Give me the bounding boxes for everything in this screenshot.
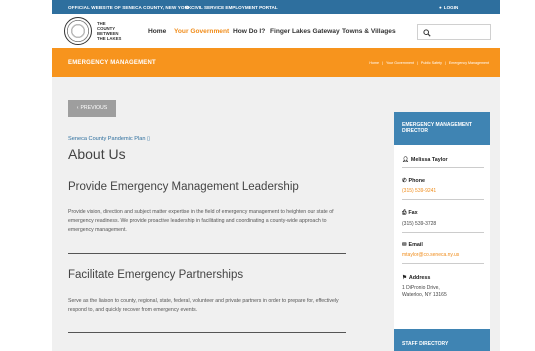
staff-directory-label: STAFF DIRECTORY [402,341,449,347]
breadcrumb: Home | Your Government | Public Safety |… [368,61,490,65]
county-seal-logo[interactable] [64,17,92,45]
breadcrumb-home[interactable]: Home [369,61,379,65]
email-value[interactable]: mtaylor@co.seneca.ny.us [402,252,484,259]
civil-service-label: CIVIL SERVICE EMPLOYMENT PORTAL [191,4,278,10]
breadcrumb-your-government[interactable]: Your Government [386,61,414,65]
fax-label: Fax [408,210,418,216]
staff-directory-button[interactable]: STAFF DIRECTORY [394,329,490,351]
address-row: ⚑ Address 1 DiPronio Drive, Waterloo, NY … [402,275,484,299]
page-title: About Us [68,146,126,162]
person-icon: 👤︎ [402,157,409,163]
phone-icon: ✆ [402,178,407,184]
section-divider [68,332,346,333]
breadcrumb-emergency-management: Emergency Management [448,61,489,65]
sidebar-heading: EMERGENCY MANAGEMENT DIRECTOR [394,112,490,145]
divider [402,199,484,200]
section-text-partnerships: Serve as the liaison to county, regional… [68,298,339,313]
banner-title: EMERGENCY MANAGEMENT [68,60,156,66]
pandemic-plan-link[interactable]: Seneca County Pandemic Plan ▯ [68,136,152,142]
site-header: THE COUNTY BETWEEN THE LAKES Home Your G… [52,14,500,48]
previous-button[interactable]: ‹ PREVIOUS [68,100,116,117]
divider [402,263,484,264]
phone-label: Phone [408,178,426,184]
address-label: Address [408,275,431,281]
search-input[interactable] [417,24,491,40]
section-divider [68,253,346,254]
nav-towns-villages[interactable]: Towns & Villages [342,28,396,35]
logo-text[interactable]: THE COUNTY BETWEEN THE LAKES [97,21,127,41]
breadcrumb-public-safety[interactable]: Public Safety [421,61,442,65]
breadcrumb-separator: | [416,61,418,65]
civil-service-link[interactable]: ⚙ CIVIL SERVICE EMPLOYMENT PORTAL [185,5,278,11]
search-icon [423,29,431,37]
previous-label: PREVIOUS [80,105,108,111]
utility-bar: OFFICIAL WEBSITE OF SENECA COUNTY, NEW Y… [52,0,500,14]
fax-row: ⎙ Fax (315) 539-3728 [402,210,484,233]
page-frame: OFFICIAL WEBSITE OF SENECA COUNTY, NEW Y… [52,0,500,351]
section-heading-leadership: Provide Emergency Management Leadership [68,181,299,193]
nav-your-government[interactable]: Your Government [174,28,229,35]
breadcrumb-separator: | [444,61,446,65]
login-label: LOGIN [443,4,459,10]
email-label: Email [408,242,423,248]
section-heading-partnerships: Facilitate Emergency Partnerships [68,269,244,281]
phone-value[interactable]: (315) 539-9241 [402,188,484,195]
address-line-1: 1 DiPronio Drive, [402,285,440,291]
page-banner: EMERGENCY MANAGEMENT Home | Your Governm… [52,48,500,77]
fax-icon: ⎙ [402,210,407,216]
divider [402,167,484,168]
chevron-left-icon: ‹ [76,105,79,111]
nav-home[interactable]: Home [148,28,166,35]
pandemic-plan-label: Seneca County Pandemic Plan [68,136,146,142]
divider [402,232,484,233]
fax-value: (315) 539-3728 [402,221,437,227]
document-icon: ▯ [147,136,151,142]
nav-finger-lakes-gateway[interactable]: Finger Lakes Gateway [270,28,340,35]
user-icon: ● [439,4,442,10]
envelope-icon: ✉ [402,242,407,248]
contact-name-row: 👤︎ Melissa Taylor [402,157,484,168]
contact-name: Melissa Taylor [410,157,448,163]
section-text-leadership: Provide vision, direction and subject ma… [68,209,334,233]
address-line-2: Waterloo, NY 13165 [402,292,447,298]
official-website-text: OFFICIAL WEBSITE OF SENECA COUNTY, NEW Y… [68,4,192,10]
nav-how-do-i[interactable]: How Do I? [233,28,265,35]
gear-icon: ⚙ [185,4,190,10]
email-row: ✉ Email mtaylor@co.seneca.ny.us [402,242,484,264]
breadcrumb-separator: | [382,61,383,65]
signpost-icon: ⚑ [402,275,407,281]
phone-row: ✆ Phone (315) 539-9241 [402,178,484,200]
contact-sidebar: EMERGENCY MANAGEMENT DIRECTOR 👤︎ Melissa … [394,112,490,351]
login-link[interactable]: ● LOGIN [439,5,458,10]
logo-line-lakes: THE LAKES [97,36,122,41]
